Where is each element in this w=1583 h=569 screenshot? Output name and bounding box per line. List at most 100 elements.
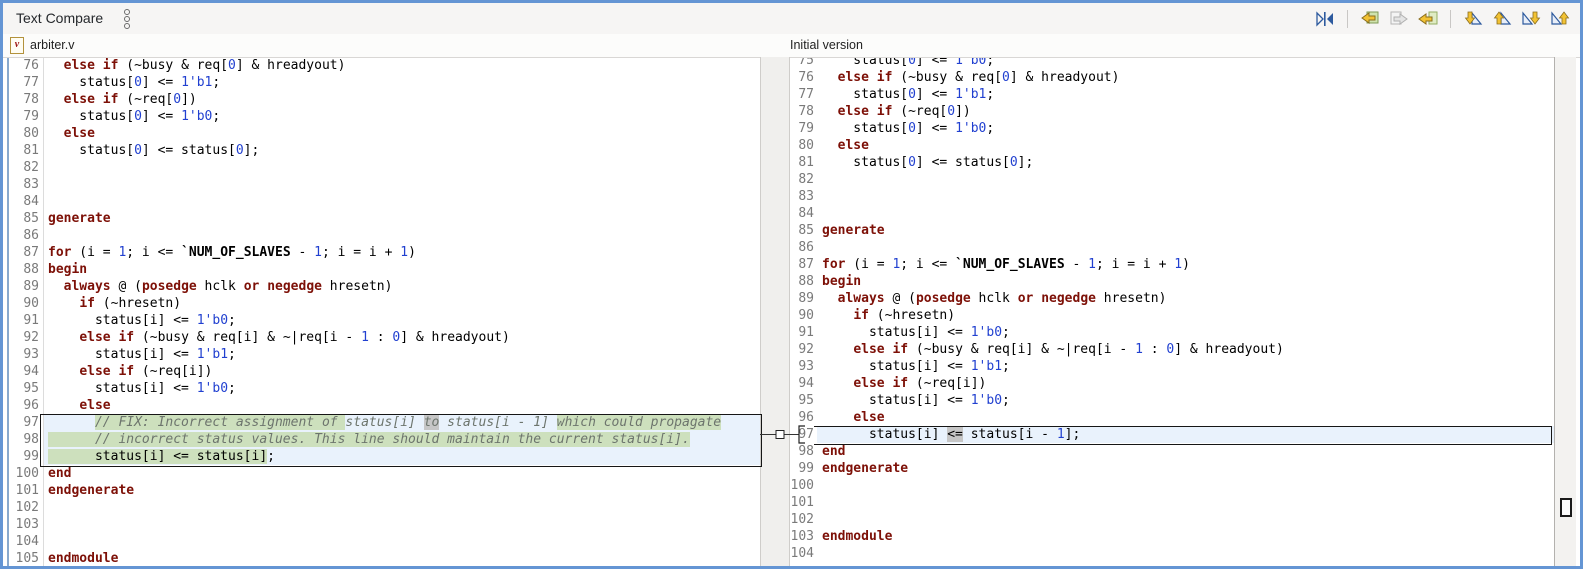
left-editor-pane[interactable]: 76 else if (~busy & req[0] & hreadyout) 7… (3, 57, 760, 566)
right-editor-pane[interactable]: 75 status[0] <= 1'b0; 76 else if (~busy &… (790, 57, 1554, 566)
line-number: 82 (798, 172, 814, 187)
line-number: 85 (798, 223, 814, 238)
code-text: status[i] <= 1'b0; (48, 381, 236, 396)
code-text: else if (~busy & req[0] & hreadyout) (837, 70, 1120, 85)
code-line: 89 always @ (posedge hclk or negedge hre… (790, 290, 1554, 307)
swap-view-icon (1316, 10, 1333, 27)
right-code: 75 status[0] <= 1'b0; 76 else if (~busy &… (790, 57, 1554, 562)
line-number: 83 (798, 189, 814, 204)
code-text: endmodule (48, 551, 119, 566)
code-line: 86 (11, 227, 760, 244)
code-line: 103 endmodule (790, 528, 1554, 545)
code-line: 102 (790, 511, 1554, 528)
compare-toolbar: Text Compare (3, 3, 1580, 35)
line-number: 82 (11, 159, 44, 176)
code-line: 98 end (790, 443, 1554, 460)
line-number: 88 (798, 274, 814, 289)
code-text: endmodule (822, 529, 893, 544)
code-text: status[0] <= 1'b0; (822, 121, 995, 136)
line-number: 84 (11, 193, 44, 210)
code-line: 104 (790, 545, 1554, 562)
line-number: 93 (11, 346, 44, 363)
copy-right-to-left-button[interactable] (1416, 8, 1440, 30)
next-difference-icon (1464, 10, 1483, 25)
line-number: 77 (798, 87, 814, 102)
code-text: end (822, 444, 846, 459)
next-difference-button[interactable] (1461, 8, 1485, 30)
code-text: status[i] <= 1'b1; (48, 347, 236, 362)
code-text: if (~hresetn) (853, 308, 956, 323)
code-line: 86 (790, 239, 1554, 256)
verilog-file-icon: v (10, 36, 24, 54)
code-line: 79 status[0] <= 1'b0; (790, 120, 1554, 137)
diff-connector[interactable] (755, 418, 817, 450)
code-line: 96 else (11, 397, 760, 414)
line-number: 94 (798, 376, 814, 391)
code-line: 92 else if (~busy & req[i] & ~|req[i - 1… (11, 329, 760, 346)
line-number: 95 (798, 393, 814, 408)
line-number: 79 (11, 108, 44, 125)
line-number: 90 (11, 295, 44, 312)
code-text: else (853, 410, 885, 425)
code-text: begin (822, 274, 862, 289)
line-number: 104 (11, 533, 44, 550)
code-text: always @ (posedge hclk or negedge hreset… (837, 291, 1167, 306)
code-line: 75 status[0] <= 1'b0; (790, 57, 1554, 69)
swap-view-button[interactable] (1313, 8, 1337, 30)
line-number: 88 (11, 261, 44, 278)
line-number: 99 (798, 461, 814, 476)
view-menu-button[interactable] (120, 9, 134, 29)
code-text: status[0] <= 1'b0; (48, 109, 221, 124)
diff-overview-marker[interactable] (1560, 498, 1572, 517)
code-line: 78 else if (~req[0]) (11, 91, 760, 108)
code-line: 88 begin (790, 273, 1554, 290)
previous-difference-button[interactable] (1490, 8, 1514, 30)
line-number: 78 (798, 104, 814, 119)
code-text: status[0] <= 1'b0; (822, 57, 995, 68)
code-line: 79 status[0] <= 1'b0; (11, 108, 760, 125)
code-line: 87 for (i = 1; i <= `NUM_OF_SLAVES - 1; i… (790, 256, 1554, 273)
code-line: 82 (11, 159, 760, 176)
code-line: 98 // incorrect status values. This line… (11, 431, 760, 448)
code-line: 84 (790, 205, 1554, 222)
code-line: 100 end (11, 465, 760, 482)
overview-ruler[interactable] (1554, 57, 1576, 566)
next-change-button[interactable] (1519, 8, 1543, 30)
copy-left-to-right-button[interactable] (1387, 8, 1411, 30)
code-line: 76 else if (~busy & req[0] & hreadyout) (790, 69, 1554, 86)
copy-right-to-left-icon (1418, 11, 1438, 25)
copy-all-right-to-left-button[interactable] (1358, 8, 1382, 30)
code-text: else if (~req[0]) (63, 92, 197, 107)
line-number: 92 (798, 342, 814, 357)
code-line: 95 status[i] <= 1'b0; (790, 392, 1554, 409)
toolbar-actions (1313, 3, 1572, 34)
code-line: 94 else if (~req[i]) (11, 363, 760, 380)
line-number: 101 (790, 495, 814, 510)
code-text: else (63, 126, 95, 141)
line-number: 98 (11, 431, 44, 448)
line-number: 79 (798, 121, 814, 136)
code-line: 91 status[i] <= 1'b0; (11, 312, 760, 329)
previous-change-button[interactable] (1548, 8, 1572, 30)
pane-splitter[interactable] (760, 57, 790, 566)
code-line: 91 status[i] <= 1'b0; (790, 324, 1554, 341)
code-line: 76 else if (~busy & req[0] & hreadyout) (11, 57, 760, 74)
code-line: 99 endgenerate (790, 460, 1554, 477)
code-text: else if (~req[i]) (853, 376, 987, 391)
line-number: 87 (798, 257, 814, 272)
code-text: else if (~req[i]) (79, 364, 213, 379)
left-pane-title: arbiter.v (30, 38, 75, 52)
line-number: 78 (11, 91, 44, 108)
code-line: 88 begin (11, 261, 760, 278)
line-number: 81 (11, 142, 44, 159)
code-line: 83 (790, 188, 1554, 205)
code-line: 80 else (11, 125, 760, 142)
line-number: 99 (11, 448, 44, 465)
